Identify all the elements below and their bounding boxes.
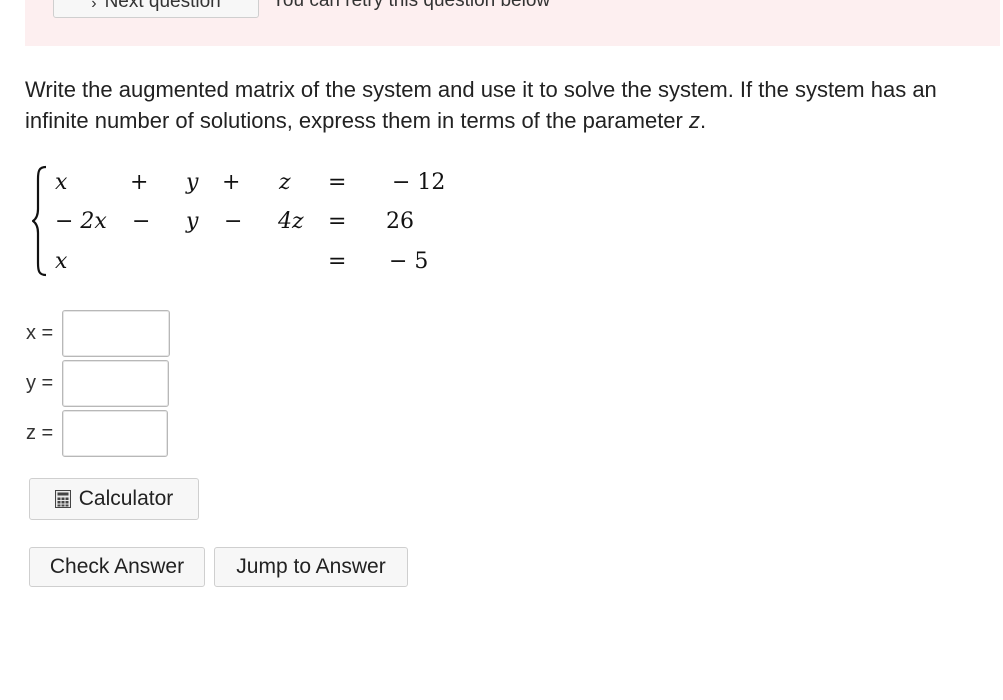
z-label: z = — [26, 422, 54, 444]
x-input[interactable] — [62, 310, 170, 357]
z-input[interactable] — [62, 410, 168, 457]
calculator-label: Calculator — [78, 487, 174, 510]
chevron-right-icon: › — [91, 0, 97, 12]
equation-system: x + y + z = − 12 − 2x − y − 4z = 26 x = … — [32, 165, 472, 280]
row1-op1: + — [130, 170, 149, 195]
row3-equals: = — [328, 249, 347, 274]
retry-message: You can retry this question below — [272, 0, 551, 11]
next-question-button[interactable]: › Next question — [53, 0, 259, 18]
row1-op2: + — [222, 170, 241, 195]
question-end: . — [699, 108, 707, 133]
row2-x-term: − 2x — [55, 209, 107, 234]
question-parameter: z — [688, 108, 700, 133]
row3-x-term: x — [55, 249, 68, 274]
row3-rhs: − 5 — [389, 249, 429, 274]
row2-rhs: 26 — [386, 209, 414, 234]
check-answer-button[interactable]: Check Answer — [29, 547, 205, 587]
row1-z-term: z — [279, 170, 291, 195]
jump-to-answer-button[interactable]: Jump to Answer — [214, 547, 408, 587]
row2-y-term: y — [186, 209, 199, 234]
next-question-label: Next question — [104, 0, 221, 12]
calculator-button[interactable]: Calculator — [29, 478, 199, 520]
row1-equals: = — [328, 170, 347, 195]
row1-x-term: x — [55, 170, 68, 195]
calculator-icon — [54, 490, 71, 508]
row1-y-term: y — [186, 170, 199, 195]
row2-z-term: 4z — [278, 209, 304, 234]
question-text: Write the augmented matrix of the system… — [25, 74, 985, 136]
x-label: x = — [26, 322, 54, 344]
y-label: y = — [26, 372, 54, 394]
row2-equals: = — [328, 209, 347, 234]
question-body: Write the augmented matrix of the system… — [25, 77, 937, 133]
row2-op2: − — [224, 209, 243, 234]
y-input[interactable] — [62, 360, 169, 407]
row1-rhs: − 12 — [392, 170, 446, 195]
left-brace-icon — [32, 165, 47, 277]
row2-op1: − — [132, 209, 151, 234]
